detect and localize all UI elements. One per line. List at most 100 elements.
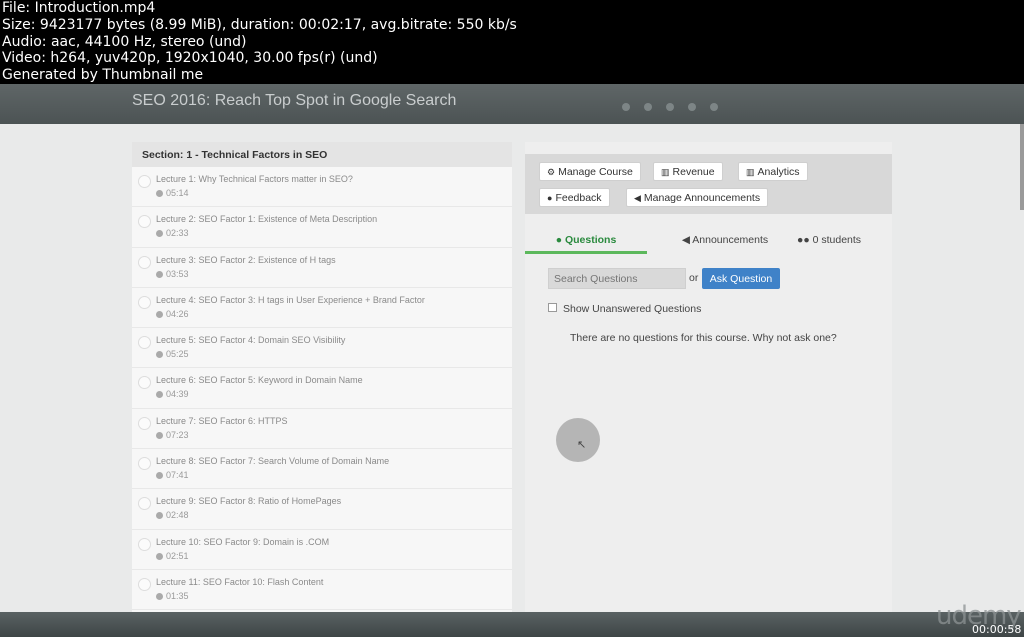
globe-icon[interactable]: [644, 103, 652, 111]
comment-icon: ●: [547, 193, 553, 203]
progress-circle-icon[interactable]: [138, 215, 151, 229]
lecture-item[interactable]: Lecture 9: SEO Factor 8: Ratio of HomePa…: [132, 489, 512, 530]
tab-students[interactable]: ●● 0 students: [797, 230, 861, 254]
lecture-duration: 07:41: [156, 470, 189, 480]
lecture-item[interactable]: Lecture 11: SEO Factor 10: Flash Content…: [132, 570, 512, 611]
checkbox-icon[interactable]: [548, 303, 557, 312]
page-scrollbar[interactable]: [1020, 124, 1024, 210]
lecture-duration: 02:51: [156, 551, 189, 561]
course-actions-toolbar: ⚙ Manage Course ▥ Revenue ▥ Analytics ● Feed…: [525, 154, 892, 214]
progress-circle-icon[interactable]: [138, 376, 151, 390]
lecture-duration: 02:48: [156, 510, 189, 520]
progress-circle-icon[interactable]: [138, 497, 151, 511]
lecture-duration: 04:26: [156, 309, 189, 319]
video-timestamp: 00:00:58: [972, 623, 1022, 636]
analytics-button[interactable]: ▥ Analytics: [738, 162, 808, 181]
meta-video-line: Video: h264, yuv420p, 1920x1040, 30.00 f…: [2, 50, 378, 67]
lecture-title: Lecture 7: SEO Factor 6: HTTPS: [156, 415, 288, 426]
megaphone-icon: ◀: [634, 193, 641, 203]
progress-circle-icon[interactable]: [138, 255, 151, 269]
progress-circle-icon[interactable]: [138, 457, 151, 471]
lecture-duration: 07:23: [156, 430, 189, 440]
lecture-title: Lecture 10: SEO Factor 9: Domain is .COM: [156, 536, 330, 547]
lecture-item[interactable]: Lecture 3: SEO Factor 2: Existence of H …: [132, 248, 512, 288]
play-icon: [156, 351, 163, 359]
lecture-duration: 05:25: [156, 349, 189, 359]
menu-icon[interactable]: [710, 103, 718, 111]
play-icon: [156, 391, 163, 399]
course-title: SEO 2016: Reach Top Spot in Google Searc…: [132, 92, 457, 109]
lecture-title: Lecture 8: SEO Factor 7: Search Volume o…: [156, 456, 390, 467]
meta-audio-line: Audio: aac, 44100 Hz, stereo (und): [2, 33, 247, 50]
meta-file-line: File: Introduction.mp4: [2, 0, 156, 16]
course-header-bar: SEO 2016: Reach Top Spot in Google Searc…: [0, 84, 1024, 124]
play-icon: [156, 552, 163, 560]
lecture-item[interactable]: Lecture 2: SEO Factor 1: Existence of Me…: [132, 207, 512, 248]
lecture-duration: 02:33: [156, 228, 189, 238]
comments-icon: ●: [555, 234, 565, 246]
lecture-item[interactable]: Lecture 5: SEO Factor 4: Domain SEO Visi…: [132, 328, 512, 369]
lecture-item[interactable]: Lecture 10: SEO Factor 9: Domain is .COM…: [132, 530, 512, 570]
play-icon: [156, 472, 163, 480]
play-icon: [156, 270, 163, 278]
lecture-item[interactable]: Lecture 6: SEO Factor 5: Keyword in Doma…: [132, 368, 512, 409]
lecture-title: Lecture 3: SEO Factor 2: Existence of H …: [156, 254, 336, 265]
progress-circle-icon[interactable]: [138, 175, 151, 188]
bell-icon[interactable]: [666, 103, 674, 111]
lecture-duration: 03:53: [156, 269, 189, 279]
cursor-icon: ↖: [577, 439, 587, 451]
lecture-duration: 01:35: [156, 591, 189, 601]
meta-generator-line: Generated by Thumbnail me: [2, 67, 204, 84]
header-icons: [622, 98, 892, 111]
avatar-icon[interactable]: [622, 103, 630, 111]
progress-circle-icon[interactable]: [138, 336, 151, 350]
curriculum-panel: Section: 1 - Technical Factors in SEO Le…: [132, 142, 512, 612]
lecture-title: Lecture 2: SEO Factor 1: Existence of Me…: [156, 214, 378, 225]
lecture-title: Lecture 11: SEO Factor 10: Flash Content: [156, 576, 324, 587]
meta-size-line: Size: 9423177 bytes (8.99 MiB), duration…: [2, 16, 517, 33]
tab-questions[interactable]: ● Questions: [525, 230, 647, 254]
mouse-cursor-highlight: ↖: [556, 418, 600, 462]
lecture-item[interactable]: Lecture 7: SEO Factor 6: HTTPS 07:23: [132, 409, 512, 450]
play-icon: [156, 592, 163, 600]
lecture-duration: 04:39: [156, 389, 189, 399]
bar-chart-icon: ▥: [746, 167, 755, 177]
revenue-button[interactable]: ▥ Revenue: [653, 162, 723, 181]
lecture-item[interactable]: Lecture 1: Why Technical Factors matter …: [132, 167, 512, 208]
users-icon: ●●: [797, 234, 813, 246]
show-unanswered-toggle[interactable]: Show Unanswered Questions: [548, 303, 701, 315]
empty-questions-message: There are no questions for this course. …: [570, 332, 837, 344]
progress-circle-icon[interactable]: [138, 577, 151, 591]
play-icon: [156, 512, 163, 520]
lecture-item[interactable]: Lecture 4: SEO Factor 3: H tags in User …: [132, 288, 512, 329]
play-icon: [156, 190, 163, 197]
lecture-title: Lecture 6: SEO Factor 5: Keyword in Doma…: [156, 375, 363, 386]
play-icon: [156, 230, 163, 238]
lecture-duration: 05:14: [156, 188, 189, 198]
bar-chart-icon: ▥: [661, 167, 670, 177]
tab-announcements[interactable]: ◀ Announcements: [665, 230, 785, 254]
manage-course-button[interactable]: ⚙ Manage Course: [539, 162, 641, 181]
lecture-item[interactable]: Lecture 8: SEO Factor 7: Search Volume o…: [132, 449, 512, 490]
progress-circle-icon[interactable]: [138, 416, 151, 430]
play-icon: [156, 310, 163, 318]
megaphone-icon: ◀: [681, 234, 693, 246]
ask-question-button[interactable]: Ask Question: [702, 268, 780, 289]
gear-icon: ⚙: [547, 167, 556, 177]
progress-circle-icon[interactable]: [138, 537, 151, 551]
or-label: or: [689, 272, 699, 284]
video-control-bar[interactable]: [0, 612, 1024, 637]
mail-icon[interactable]: [688, 103, 696, 111]
search-questions-input[interactable]: [548, 268, 686, 289]
lecture-title: Lecture 1: Why Technical Factors matter …: [156, 174, 353, 184]
progress-circle-icon[interactable]: [138, 295, 151, 309]
qa-tabs: ● Questions ◀ Announcements ●● 0 student…: [525, 230, 892, 254]
lecture-list: Lecture 1: Why Technical Factors matter …: [132, 167, 512, 612]
feedback-button[interactable]: ● Feedback: [539, 188, 610, 207]
video-metadata-overlay: File: Introduction.mp4 Size: 9423177 byt…: [0, 0, 1024, 84]
lecture-title: Lecture 9: SEO Factor 8: Ratio of HomePa…: [156, 496, 342, 507]
section-header: Section: 1 - Technical Factors in SEO: [132, 142, 512, 167]
lecture-title: Lecture 5: SEO Factor 4: Domain SEO Visi…: [156, 335, 346, 346]
play-icon: [156, 431, 163, 439]
manage-announcements-button[interactable]: ◀ Manage Announcements: [626, 188, 769, 207]
